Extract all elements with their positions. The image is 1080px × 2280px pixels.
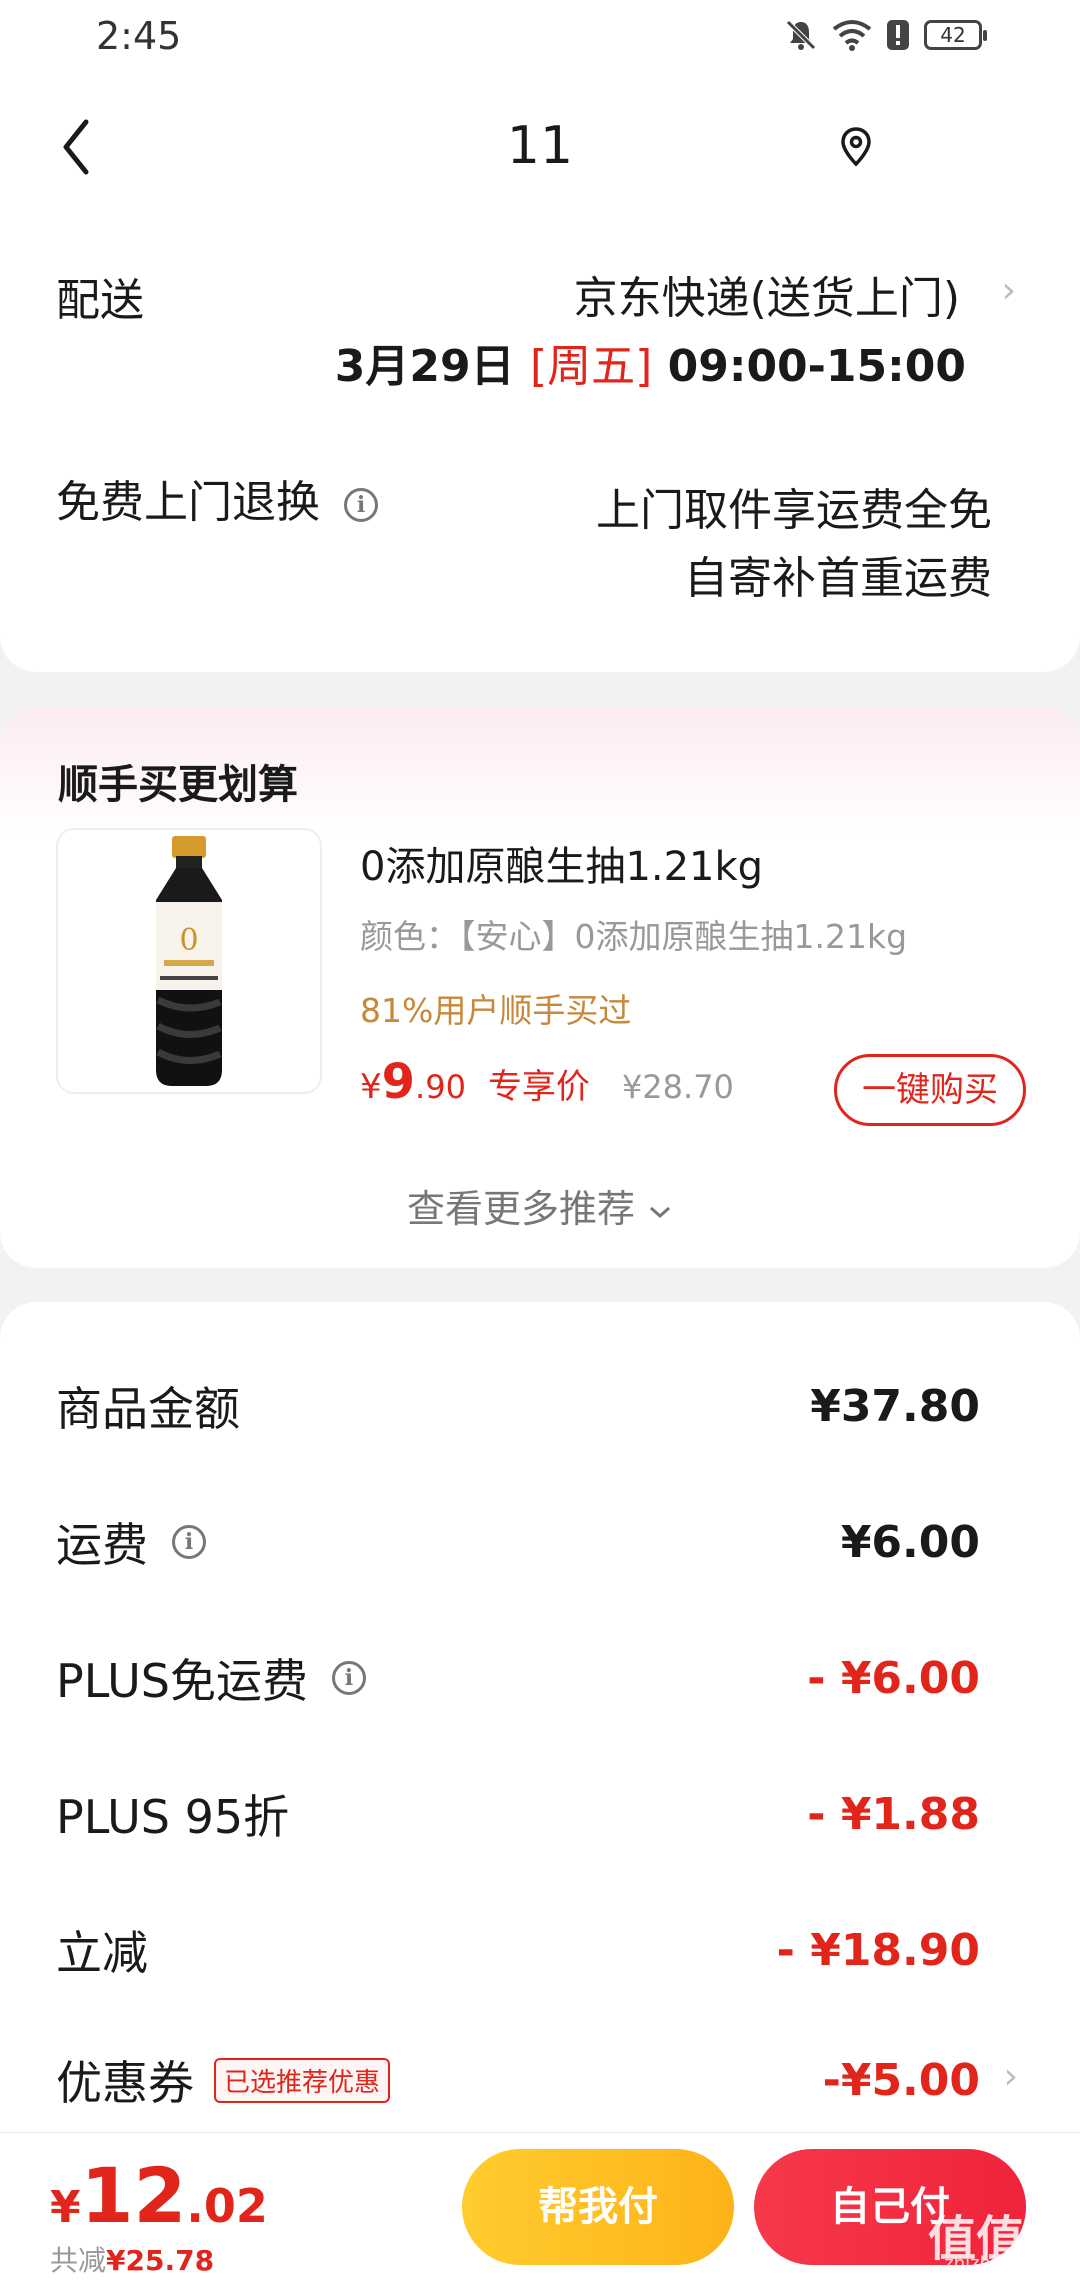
- delivery-date: 3月29日: [334, 341, 530, 392]
- saved-label: 共减: [50, 2244, 107, 2277]
- recommend-card: 顺手买更划算 0 0添加原酿生抽1.21kg 颜色：【安心】0添加原酿生抽1.2…: [0, 708, 1080, 1268]
- coupon-label-text: 优惠券: [56, 2056, 194, 2110]
- saved-value: ¥25.78: [106, 2244, 215, 2277]
- delivery-time[interactable]: 3月29日 [周五] 09:00-15:00: [335, 330, 966, 394]
- shipping-value: ¥6.00: [840, 1516, 980, 1568]
- product-image[interactable]: 0: [56, 828, 322, 1094]
- svg-text:0: 0: [179, 923, 198, 958]
- free-return-label: 免费上门退换 i: [56, 466, 378, 530]
- delivery-weekday: [周五]: [529, 341, 653, 392]
- instant-discount-value: - ¥18.90: [776, 1924, 980, 1976]
- plus-discount-value: - ¥1.88: [807, 1788, 980, 1840]
- total-integer: 12: [80, 2151, 187, 2240]
- product-name[interactable]: 0添加原酿生抽1.21kg: [360, 834, 763, 892]
- product-price: ¥ 9 .90 专享价 ¥28.70: [360, 1054, 734, 1110]
- price-symbol: ¥: [360, 1067, 382, 1107]
- instant-discount-label: 立减: [56, 1926, 148, 1980]
- coupon-label: 优惠券 已选推荐优惠: [56, 2047, 391, 2113]
- free-return-pickup: 上门取件享运费全免: [596, 485, 992, 536]
- total-symbol: ¥: [50, 2182, 81, 2233]
- info-icon[interactable]: i: [172, 1525, 206, 1559]
- nav-bar: 11: [0, 76, 1080, 216]
- chevron-right-icon[interactable]: ›: [1004, 2056, 1018, 2097]
- free-return-self-send: 自寄补首重运费: [684, 553, 992, 604]
- info-icon[interactable]: i: [331, 1661, 366, 1695]
- soy-sauce-bottle-icon: 0: [156, 836, 222, 1086]
- summary-row-coupon[interactable]: 优惠券 已选推荐优惠 -¥5.00: [56, 2047, 980, 2113]
- plus-free-shipping-value: - ¥6.00: [807, 1652, 980, 1704]
- recommend-title: 顺手买更划算: [58, 762, 298, 808]
- status-bar: 2:45 42: [0, 0, 1080, 76]
- coupon-badge: 已选推荐优惠: [214, 2057, 391, 2103]
- status-time: 2:45: [96, 14, 182, 58]
- summary-row-instant-discount: 立减 - ¥18.90: [56, 1920, 980, 1981]
- price-tag: 专享价: [487, 1067, 590, 1107]
- summary-row-plus-discount: PLUS 95折 - ¥1.88: [56, 1784, 980, 1845]
- price-decimal: .90: [415, 1068, 466, 1106]
- info-icon[interactable]: i: [344, 488, 378, 522]
- goods-amount-label: 商品金额: [56, 1382, 240, 1436]
- summary-row-shipping: 运费 i ¥6.00: [56, 1509, 980, 1575]
- delivery-method[interactable]: 京东快递(送货上门): [574, 262, 960, 326]
- wifi-icon: [832, 20, 872, 51]
- mute-bell-icon: [786, 20, 816, 50]
- coupon-value: -¥5.00: [822, 2054, 980, 2106]
- order-info-card: 11 配送 京东快递(送货上门) › 3月29日 [周五] 09:00-15:0…: [0, 76, 1080, 672]
- watermark-url: zhizhizhi.com: [944, 2253, 1066, 2274]
- battery-icon: 42: [924, 20, 987, 50]
- chevron-right-icon[interactable]: ›: [1002, 270, 1016, 311]
- total-price: ¥ 12 .02: [50, 2151, 268, 2240]
- plus-free-shipping-label: PLUS免运费 i: [56, 1645, 366, 1711]
- plus-discount-label: PLUS 95折: [56, 1790, 290, 1844]
- original-price: ¥28.70: [621, 1068, 734, 1106]
- one-click-buy-button[interactable]: 一键购买: [834, 1054, 1026, 1126]
- product-bought-rate: 81%用户顺手买过: [360, 991, 632, 1030]
- checkout-bar: ¥ 12 .02 共减¥25.78 帮我付 自己付 值值值 zhizhizhi.…: [0, 2132, 1080, 2280]
- more-recommendations-label: 查看更多推荐: [406, 1187, 635, 1231]
- total-saved: 共减¥25.78: [50, 2239, 214, 2279]
- free-return-text: 免费上门退换: [56, 477, 320, 528]
- location-pin-icon[interactable]: [838, 126, 874, 168]
- delivery-label: 配送: [56, 275, 144, 326]
- status-icons: 42: [784, 18, 987, 52]
- alert-icon: [887, 20, 909, 50]
- shipping-label-text: 运费: [56, 1518, 148, 1572]
- plus-free-shipping-text: PLUS免运费: [56, 1654, 308, 1708]
- page-title: 11: [506, 116, 574, 176]
- price-summary-card: 商品金额 ¥37.80 运费 i ¥6.00 PLUS免运费 i - ¥6.00 P…: [0, 1302, 1080, 2242]
- more-recommendations-link[interactable]: 查看更多推荐: [0, 1178, 1080, 1233]
- shipping-label: 运费 i: [56, 1509, 206, 1575]
- chevron-down-icon: [650, 1206, 671, 1219]
- total-decimal: .02: [186, 2179, 268, 2233]
- delivery-time-range: 09:00-15:00: [652, 341, 966, 392]
- goods-amount-value: ¥37.80: [810, 1380, 980, 1432]
- help-pay-button[interactable]: 帮我付: [462, 2149, 734, 2265]
- summary-row-plus-free-shipping: PLUS免运费 i - ¥6.00: [56, 1645, 980, 1711]
- price-integer: 9: [381, 1054, 416, 1110]
- summary-row-goods: 商品金额 ¥37.80: [56, 1376, 980, 1437]
- product-spec: 颜色：【安心】0添加原酿生抽1.21kg: [360, 917, 908, 956]
